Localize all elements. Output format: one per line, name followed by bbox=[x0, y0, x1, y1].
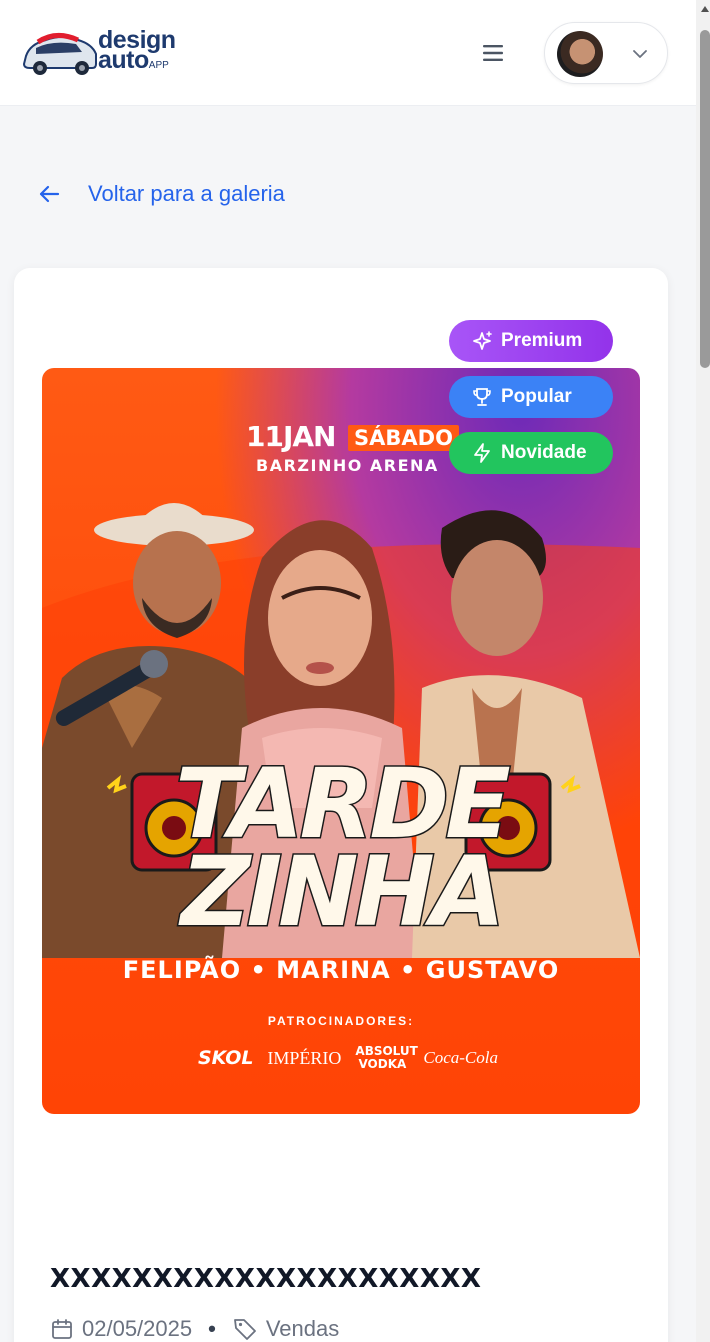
logo-suffix: APP bbox=[148, 60, 169, 71]
logo[interactable]: design autoAPP bbox=[22, 26, 182, 80]
logo-text: design autoAPP bbox=[98, 28, 176, 76]
sponsor-coca-cola: Coca-Cola bbox=[423, 1048, 498, 1067]
post-date: 02/05/2025 bbox=[82, 1316, 193, 1341]
sparkles-icon bbox=[473, 331, 492, 350]
scroll-up-arrow[interactable] bbox=[701, 6, 709, 12]
chevron-down-icon bbox=[633, 50, 647, 58]
user-avatar bbox=[557, 31, 603, 77]
calendar-icon bbox=[52, 1319, 72, 1339]
hamburger-icon bbox=[483, 45, 503, 61]
badge-popular-label: Popular bbox=[501, 386, 572, 407]
badge-premium-label: Premium bbox=[501, 330, 583, 351]
tag-icon bbox=[233, 1319, 256, 1340]
user-menu[interactable] bbox=[544, 22, 668, 84]
meta-separator: • bbox=[208, 1316, 216, 1341]
poster-venue: BARZINHO ARENA bbox=[256, 456, 439, 475]
scrollbar-thumb[interactable] bbox=[700, 30, 710, 368]
menu-button[interactable] bbox=[478, 38, 508, 68]
top-header: design autoAPP bbox=[0, 0, 696, 106]
badge-novidade-label: Novidade bbox=[501, 442, 587, 463]
poster-sponsors: SKOL IMPÉRIO ABSOLUT VODKA Coca-Cola bbox=[198, 1042, 498, 1074]
badge-popular: Popular bbox=[449, 376, 613, 418]
post-image[interactable]: 11JAN SÁBADO BARZINHO ARENA TARDE ZINHA … bbox=[42, 368, 640, 1114]
lightning-icon bbox=[474, 443, 490, 463]
poster-day: SÁBADO bbox=[348, 425, 459, 451]
trophy-icon bbox=[473, 388, 491, 406]
post-category[interactable]: Vendas bbox=[266, 1316, 339, 1342]
sponsor-absolut: ABSOLUT VODKA bbox=[355, 1044, 418, 1071]
poster-artists: FELIPÃO • MARINA • GUSTAVO bbox=[122, 956, 560, 984]
post-meta: 02/05/2025 • Vendas bbox=[50, 1316, 339, 1342]
post-title: XXXXXXXXXXXXXXXXXXXXX bbox=[50, 1264, 482, 1294]
back-to-gallery-link[interactable]: Voltar para a galeria bbox=[38, 176, 285, 212]
back-link-label: Voltar para a galeria bbox=[88, 181, 285, 206]
logo-line2: auto bbox=[98, 46, 149, 74]
poster-sponsors-label: PATROCINADORES: bbox=[267, 1014, 415, 1028]
car-logo-icon bbox=[22, 33, 97, 75]
sponsor-skol: SKOL bbox=[198, 1047, 254, 1069]
sponsor-imperio: IMPÉRIO bbox=[267, 1047, 342, 1068]
poster-title-line2: ZINHA bbox=[179, 835, 506, 950]
poster-date: 11JAN bbox=[246, 420, 336, 453]
badge-novidade: Novidade bbox=[449, 432, 613, 474]
arrow-left-icon bbox=[39, 185, 60, 203]
badge-premium: Premium bbox=[449, 320, 613, 362]
